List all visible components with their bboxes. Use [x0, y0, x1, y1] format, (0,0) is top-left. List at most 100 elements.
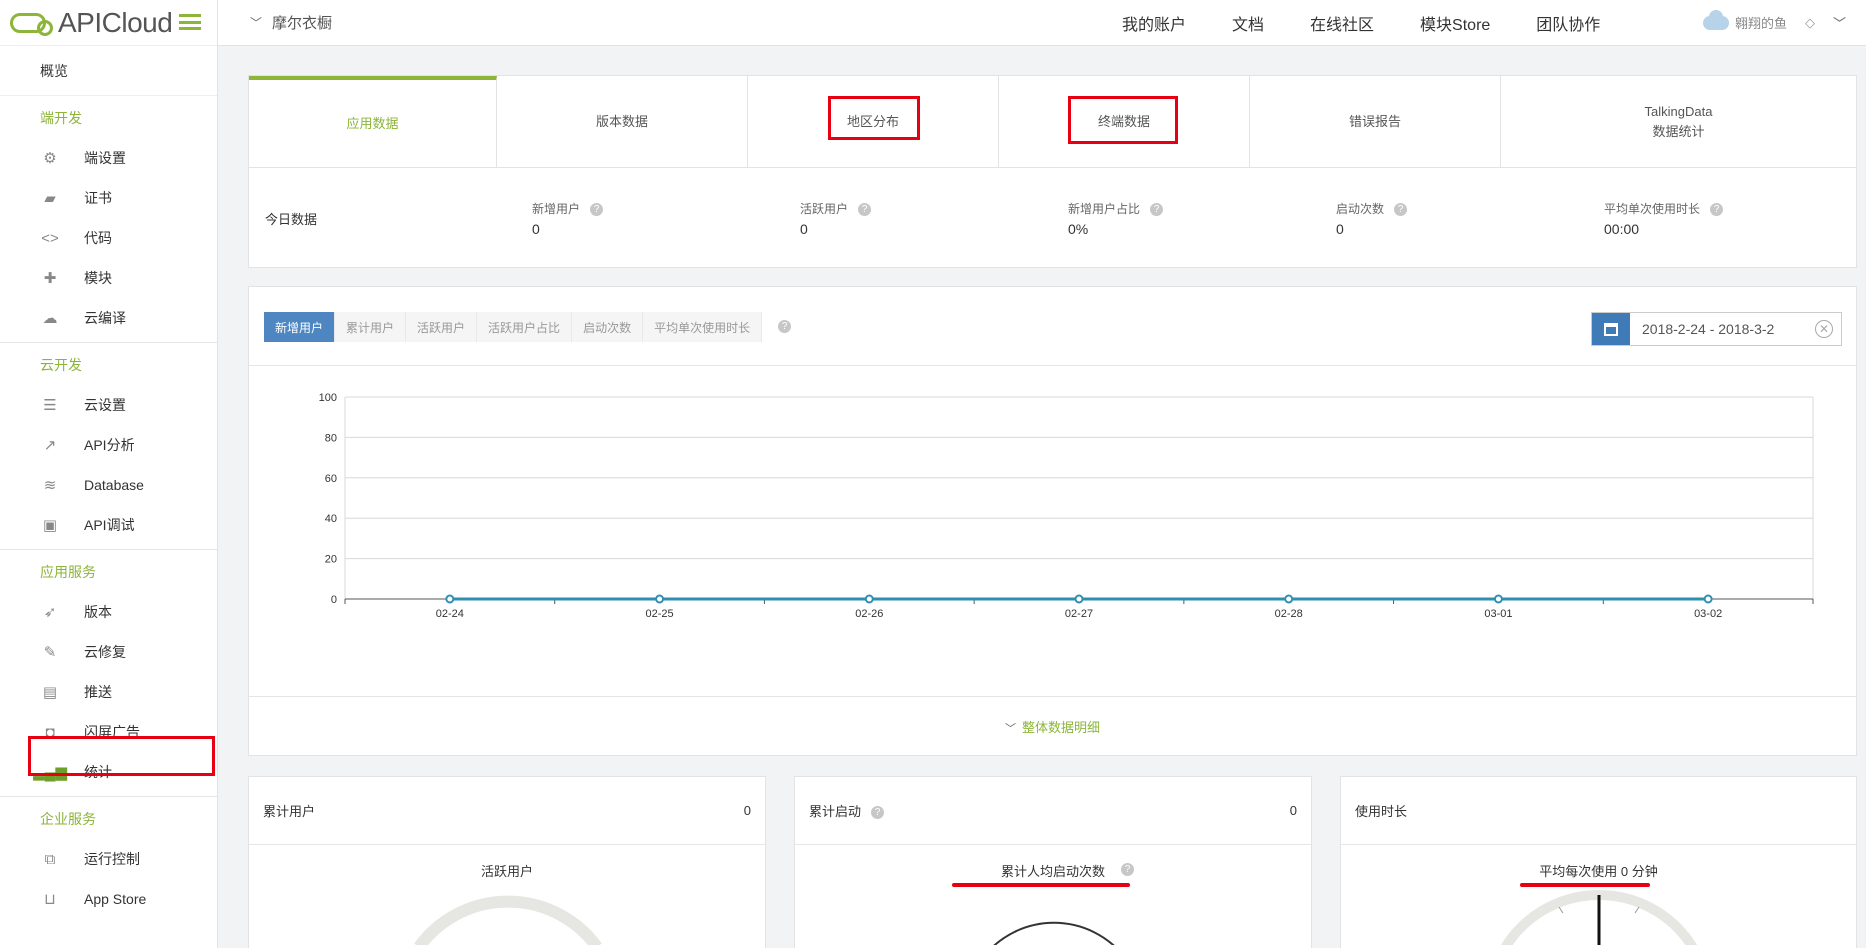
sidebar-item-api-debug[interactable]: ▣ API调试	[0, 505, 217, 545]
y-tick-label: 0	[331, 594, 337, 606]
nav-module-store[interactable]: 模块Store	[1420, 11, 1490, 35]
x-tick-label: 02-28	[1275, 608, 1303, 620]
help-icon[interactable]: ?	[858, 203, 872, 217]
hamburger-menu-icon[interactable]	[179, 14, 201, 30]
user-avatar-icon	[1702, 9, 1729, 30]
x-tick-label: 03-01	[1484, 608, 1512, 620]
line-chart: 0 20 40 60 80 100 02-24 02-25 02-26 02-27 02-28 03-…	[319, 392, 1814, 620]
y-tick-label: 60	[325, 473, 337, 485]
sidebar-item-cloud-settings[interactable]: ☰ 云设置	[0, 385, 217, 425]
card-subtitle: 累计人均启动次数	[1000, 864, 1105, 879]
chevron-down-icon: ﹀	[1004, 723, 1016, 735]
nav-team[interactable]: 团队协作	[1536, 11, 1600, 35]
help-icon[interactable]: ?	[1121, 863, 1134, 876]
cloud-icon: ☁	[42, 310, 58, 327]
sidebar-item-overview[interactable]: 概览	[0, 46, 217, 96]
help-icon[interactable]: ?	[778, 320, 792, 333]
card-total-launches: 累计启动? 0 累计人均启动次数 ?	[794, 776, 1312, 948]
stat-avg-duration: 平均单次使用时长? 00:00	[1604, 200, 1724, 237]
trend-chart-panel: 新增用户 累计用户 活跃用户 活跃用户占比 启动次数 平均单次使用时长 ? 20…	[248, 286, 1857, 756]
tab-error-report[interactable]: 错误报告	[1250, 76, 1501, 167]
card-value: 0	[1289, 803, 1297, 818]
y-tick-label: 100	[319, 392, 337, 404]
tab-talkingdata[interactable]: TalkingData 数据统计	[1501, 76, 1856, 167]
sliders-icon: ☰	[43, 397, 57, 414]
sidebar-item-certificate[interactable]: ▰ 证书	[0, 178, 217, 218]
gauge-active-users	[414, 895, 602, 945]
stat-active-users: 活跃用户? 0	[800, 200, 872, 237]
nav-community[interactable]: 在线社区	[1310, 11, 1374, 35]
project-selector[interactable]: ﹀ 摩尔衣橱	[218, 12, 332, 33]
sidebar-item-app-store[interactable]: ⊔ App Store	[0, 879, 217, 919]
x-tick-label: 03-02	[1694, 608, 1722, 620]
subtab-new-users[interactable]: 新增用户	[264, 312, 336, 342]
help-icon[interactable]: ?	[1150, 203, 1164, 217]
chevron-down-icon: ﹀	[250, 16, 263, 30]
help-icon[interactable]: ?	[1394, 203, 1408, 217]
sidebar-item-cloud-fix[interactable]: ✎ 云修复	[0, 632, 217, 672]
subtab-active-ratio[interactable]: 活跃用户占比	[477, 312, 573, 342]
y-tick-label: 80	[325, 432, 337, 444]
sidebar-item-database[interactable]: ≋ Database	[0, 465, 217, 505]
nav-my-account[interactable]: 我的账户	[1122, 11, 1186, 35]
clear-icon[interactable]: ✕	[1815, 320, 1833, 338]
control-icon: ⧉	[44, 850, 56, 868]
sidebar-item-client-settings[interactable]: ⚙ 端设置	[0, 138, 217, 178]
subtab-active-users[interactable]: 活跃用户	[406, 312, 478, 342]
y-tick-label: 20	[325, 554, 337, 566]
subtab-total-users[interactable]: 累计用户	[335, 312, 407, 342]
sidebar-item-push[interactable]: ▤ 推送	[0, 672, 217, 712]
top-nav: 我的账户 文档 在线社区 模块Store 团队协作	[1122, 11, 1646, 35]
tab-app-data[interactable]: 应用数据	[249, 76, 497, 167]
x-tick-label: 02-27	[1065, 608, 1093, 620]
data-point	[445, 594, 455, 604]
sidebar-section-app-services: 应用服务	[40, 564, 96, 580]
data-point	[1284, 594, 1294, 604]
help-icon[interactable]: ?	[1710, 203, 1724, 217]
wrench-icon: ✎	[43, 644, 57, 661]
apicloud-logo-icon	[10, 12, 53, 36]
sidebar-item-modules[interactable]: ✚ 模块	[0, 258, 217, 298]
help-icon[interactable]: ?	[590, 203, 604, 217]
date-range-value: 2018-2-24 - 2018-3-2	[1642, 321, 1775, 337]
rocket-icon: ➶	[43, 604, 57, 621]
sidebar-item-cloud-compile[interactable]: ☁ 云编译	[0, 298, 217, 338]
card-subtitle: 活跃用户	[480, 864, 533, 879]
tab-version-data[interactable]: 版本数据	[497, 76, 748, 167]
card-total-users: 累计用户 0 活跃用户	[248, 776, 766, 948]
sidebar-section-cloud-dev: 云开发	[40, 357, 82, 373]
data-point	[864, 594, 874, 604]
user-menu[interactable]: 翱翔的鱼 ◇ ﹀	[1702, 9, 1846, 32]
overall-detail-toggle[interactable]: ﹀ 整体数据明细	[249, 717, 1856, 736]
sidebar-item-code[interactable]: <> 代码	[0, 218, 217, 258]
help-icon[interactable]: ?	[871, 806, 885, 820]
nav-docs[interactable]: 文档	[1232, 11, 1264, 35]
calendar-icon[interactable]	[1592, 313, 1630, 345]
gauge-launches	[993, 921, 1115, 945]
card-value: 0	[743, 803, 751, 818]
sidebar-section-enterprise: 企业服务	[40, 811, 96, 827]
topbar: ﹀ 摩尔衣橱 我的账户 文档 在线社区 模块Store 团队协作 翱翔的鱼 ◇ ﹀	[218, 0, 1866, 46]
sidebar-item-version[interactable]: ➶ 版本	[0, 592, 217, 632]
database-icon: ≋	[43, 477, 57, 494]
sidebar-item-run-control[interactable]: ⧉ 运行控制	[0, 839, 217, 879]
certificate-icon: ▰	[44, 190, 56, 207]
stat-launches: 启动次数? 0	[1336, 200, 1408, 237]
data-point	[1703, 594, 1713, 604]
diamond-icon: ◇	[1804, 14, 1815, 30]
sidebar-item-api-analysis[interactable]: ↗ API分析	[0, 425, 217, 465]
date-range-picker[interactable]: 2018-2-24 - 2018-3-2 ✕	[1591, 312, 1842, 346]
puzzle-icon: ✚	[43, 270, 57, 287]
x-tick-label: 02-25	[646, 608, 674, 620]
push-icon: ▤	[42, 684, 58, 701]
code-icon: <>	[41, 229, 59, 247]
sidebar-section-client-dev: 端开发	[40, 110, 82, 126]
today-label: 今日数据	[265, 211, 318, 227]
subtab-launches[interactable]: 启动次数	[572, 312, 644, 342]
highlight-box-device	[1068, 96, 1178, 144]
subtab-avg-duration[interactable]: 平均单次使用时长	[643, 312, 763, 342]
brand-logo[interactable]: APICloud	[0, 0, 217, 46]
card-title: 累计用户	[263, 804, 316, 819]
data-point	[655, 594, 665, 604]
card-usage-duration: 使用时长 平均每次使用 0 分钟	[1340, 776, 1857, 948]
